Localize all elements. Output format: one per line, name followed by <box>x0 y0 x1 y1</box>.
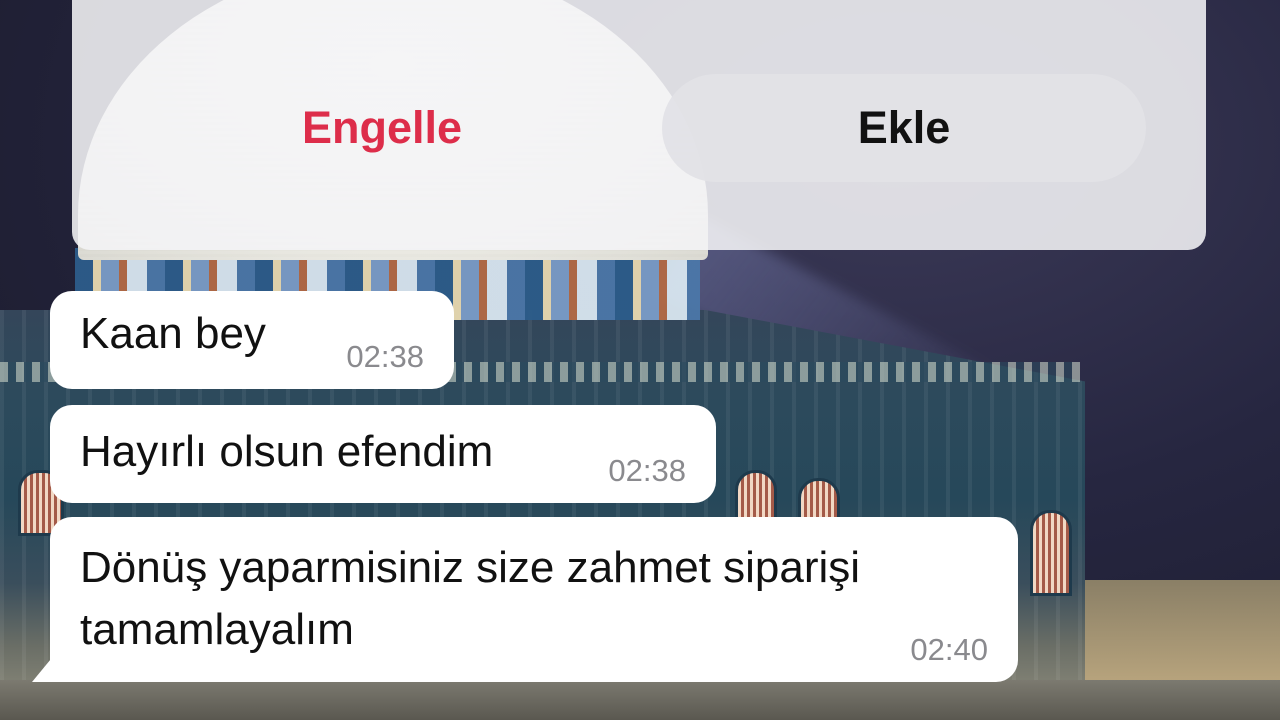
wallpaper-ground <box>0 680 1280 720</box>
message-timestamp: 02:38 <box>608 453 686 488</box>
wallpaper-arch <box>1030 510 1072 596</box>
message-bubble[interactable]: Hayırlı olsun efendim 02:38 <box>50 405 716 503</box>
add-contact-button[interactable]: Ekle <box>662 74 1146 182</box>
chat-screen: Engelle Ekle Kaan bey 02:38 Hayırlı olsu… <box>0 0 1280 720</box>
message-bubble[interactable]: Kaan bey 02:38 <box>50 291 454 389</box>
block-button[interactable]: Engelle <box>202 74 562 182</box>
message-text: Dönüş yaparmisiniz size zahmet siparişi … <box>80 543 861 654</box>
message-timestamp: 02:38 <box>346 339 424 374</box>
message-timestamp: 02:40 <box>910 632 988 667</box>
unknown-contact-prompt: Engelle Ekle <box>72 0 1206 250</box>
message-text: Hayırlı olsun efendim <box>80 427 494 476</box>
message-bubble[interactable]: Dönüş yaparmisiniz size zahmet siparişi … <box>50 517 1018 682</box>
message-text: Kaan bey <box>80 309 266 358</box>
